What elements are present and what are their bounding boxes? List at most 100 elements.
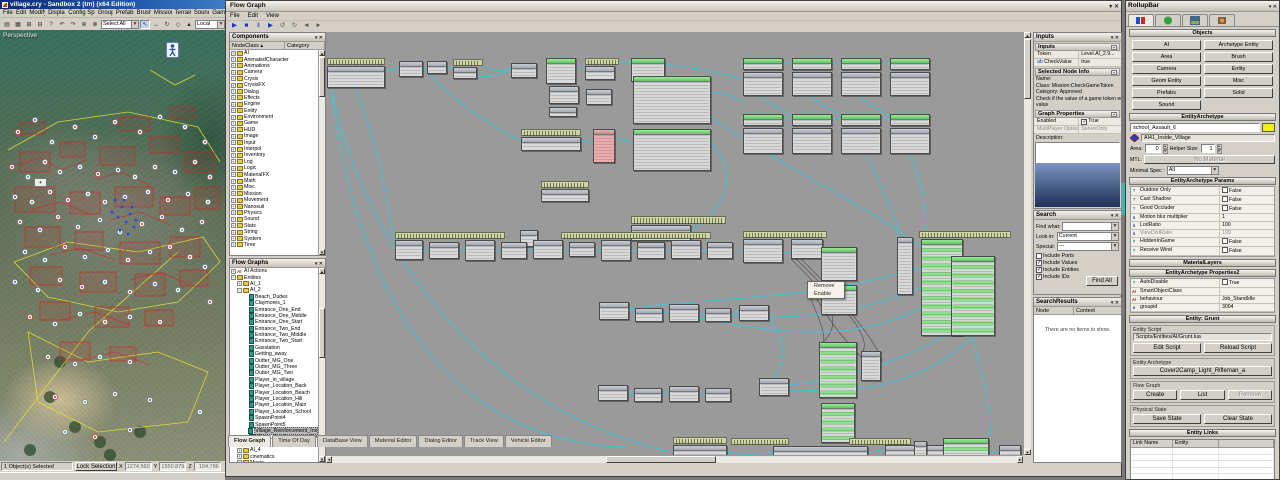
checkbox[interactable]: ✓ bbox=[1081, 119, 1087, 125]
entity-marker[interactable] bbox=[152, 164, 157, 169]
entity-marker[interactable] bbox=[82, 399, 87, 404]
graph-node[interactable] bbox=[890, 58, 930, 70]
graph-node[interactable] bbox=[429, 242, 459, 259]
graph-property-row[interactable]: MultiPlayer OptionsServerOnly bbox=[1034, 126, 1121, 134]
rotate-tool-icon[interactable]: ↻ bbox=[162, 20, 172, 29]
entity-marker[interactable] bbox=[95, 171, 100, 176]
player-character-icon[interactable] bbox=[166, 42, 179, 58]
entity-marker[interactable] bbox=[102, 319, 107, 324]
tab-time-of-day[interactable]: Time Of Day bbox=[272, 435, 316, 447]
entity-marker[interactable] bbox=[57, 169, 62, 174]
entity-marker[interactable] bbox=[55, 214, 60, 219]
canvas-hscrollbar[interactable]: ◄ ► bbox=[326, 455, 1023, 463]
expander-icon[interactable]: + bbox=[237, 448, 242, 453]
graph-node[interactable] bbox=[861, 351, 881, 381]
object-button-brush[interactable]: Brush bbox=[1204, 52, 1273, 62]
find-what-combo[interactable]: ▼ bbox=[1062, 222, 1119, 231]
comment-node[interactable] bbox=[395, 232, 505, 239]
tab-display[interactable] bbox=[1182, 14, 1208, 26]
tab-objects[interactable] bbox=[1128, 14, 1154, 26]
unlink-icon[interactable]: ⊗ bbox=[90, 20, 100, 29]
expander-icon[interactable]: + bbox=[231, 242, 236, 247]
stop-icon[interactable]: ■ bbox=[241, 22, 252, 31]
entity-links-header[interactable]: Entity Links bbox=[1129, 429, 1276, 437]
remove-flowgraph-button[interactable]: Remove bbox=[1228, 390, 1272, 400]
checkbox[interactable]: ✓ bbox=[1036, 267, 1042, 273]
param-value[interactable]: False bbox=[1220, 187, 1274, 195]
save-icon[interactable]: ▦ bbox=[13, 20, 23, 29]
menu-mission[interactable]: Mission bbox=[151, 9, 172, 17]
context-menu-item-enable[interactable]: Enable bbox=[808, 290, 844, 298]
graph-node[interactable] bbox=[541, 189, 589, 202]
graph-node[interactable] bbox=[890, 128, 930, 154]
menu-edit[interactable]: Edit bbox=[13, 9, 26, 17]
pin-icon[interactable]: ▾ bbox=[315, 261, 318, 267]
reload-icon[interactable]: ⊟ bbox=[35, 20, 45, 29]
look-in-combo[interactable]: Current▼ bbox=[1057, 232, 1119, 241]
checkbox[interactable]: ✓ bbox=[1036, 274, 1042, 280]
expander-icon[interactable]: + bbox=[231, 210, 236, 215]
graph-node[interactable] bbox=[533, 240, 563, 259]
entity-marker[interactable] bbox=[77, 164, 82, 169]
graph-node[interactable] bbox=[399, 61, 423, 77]
expander-icon[interactable]: + bbox=[231, 63, 236, 68]
scroll-up-icon[interactable]: ▲ bbox=[319, 268, 325, 274]
entity-marker[interactable] bbox=[165, 197, 170, 202]
rollupbar-titlebar[interactable]: RollupBar ▾ ✕ bbox=[1126, 1, 1279, 12]
find-all-button[interactable]: Find All bbox=[1086, 276, 1118, 286]
graph-node[interactable] bbox=[637, 242, 665, 259]
comment-node[interactable] bbox=[541, 181, 589, 188]
graph-node[interactable] bbox=[819, 342, 857, 398]
expander-icon[interactable]: + bbox=[231, 95, 236, 100]
x-coordinate[interactable]: 1274.560 bbox=[125, 462, 152, 471]
graph-node[interactable] bbox=[951, 256, 995, 336]
entity-marker[interactable] bbox=[172, 169, 177, 174]
param-row[interactable]: ?Receive WindFalse bbox=[1131, 247, 1274, 256]
entity-marker[interactable] bbox=[15, 129, 20, 134]
entity-archetype-header[interactable]: EntityArchetype bbox=[1129, 113, 1276, 121]
graph-node[interactable] bbox=[743, 239, 783, 263]
comment-node[interactable] bbox=[327, 58, 385, 65]
graph-node[interactable] bbox=[427, 61, 447, 74]
scrollbar-thumb[interactable] bbox=[1024, 39, 1031, 99]
param-value[interactable]: False bbox=[1220, 205, 1274, 213]
components-list[interactable]: +AI+AnimatedCharacter+Animations+Camera+… bbox=[230, 50, 318, 255]
inputs-panel-title[interactable]: Inputs ▾ ✕ bbox=[1034, 33, 1121, 42]
scroll-down-icon[interactable]: ▼ bbox=[319, 456, 325, 462]
lock-selection-button[interactable]: Lock Selection bbox=[75, 462, 117, 471]
object-button-sound[interactable]: Sound bbox=[1132, 100, 1201, 110]
object-button-misc[interactable]: Misc bbox=[1204, 76, 1273, 86]
search-panel-title[interactable]: Search ▾ ✕ bbox=[1034, 211, 1121, 220]
archetype-name-field[interactable]: school_Assault_6 bbox=[1130, 123, 1260, 132]
comment-node[interactable] bbox=[521, 129, 581, 136]
graph-node[interactable] bbox=[759, 378, 789, 396]
expander-icon[interactable]: + bbox=[231, 70, 236, 75]
collapse-icon[interactable]: − bbox=[1111, 112, 1117, 117]
close-icon[interactable]: ✕ bbox=[319, 261, 323, 267]
entity-marker[interactable] bbox=[27, 314, 32, 319]
param-value[interactable] bbox=[1220, 288, 1274, 295]
play-icon[interactable]: ▶ bbox=[229, 22, 240, 31]
graph-node[interactable] bbox=[791, 239, 823, 259]
scrollbar-thumb[interactable] bbox=[606, 456, 716, 463]
close-icon[interactable]: ✕ bbox=[1114, 4, 1119, 10]
scrollbar-thumb[interactable] bbox=[319, 308, 325, 358]
column-category[interactable]: Category bbox=[285, 42, 325, 49]
expander-icon[interactable]: + bbox=[231, 51, 236, 56]
entity-marker[interactable] bbox=[132, 174, 137, 179]
entity-marker[interactable] bbox=[185, 191, 190, 196]
comment-node[interactable] bbox=[561, 232, 711, 239]
param-value[interactable]: False bbox=[1220, 238, 1274, 246]
fg-menu-edit[interactable]: Edit bbox=[244, 12, 262, 20]
undo-icon[interactable]: ↶ bbox=[57, 20, 67, 29]
archetype-ref[interactable]: AI41_Inside_Village bbox=[1141, 134, 1275, 142]
entity-marker[interactable] bbox=[127, 427, 132, 432]
close-icon[interactable]: ✕ bbox=[1115, 35, 1119, 41]
entity-marker[interactable] bbox=[179, 227, 184, 232]
tab-flow-graph[interactable]: Flow Graph bbox=[228, 435, 271, 447]
graph-node[interactable] bbox=[546, 58, 576, 84]
entity-marker[interactable] bbox=[197, 409, 202, 414]
graph-node[interactable] bbox=[792, 72, 832, 96]
canvas-vscrollbar[interactable]: ▲ ▼ bbox=[1023, 32, 1031, 455]
entity-marker[interactable] bbox=[52, 394, 57, 399]
